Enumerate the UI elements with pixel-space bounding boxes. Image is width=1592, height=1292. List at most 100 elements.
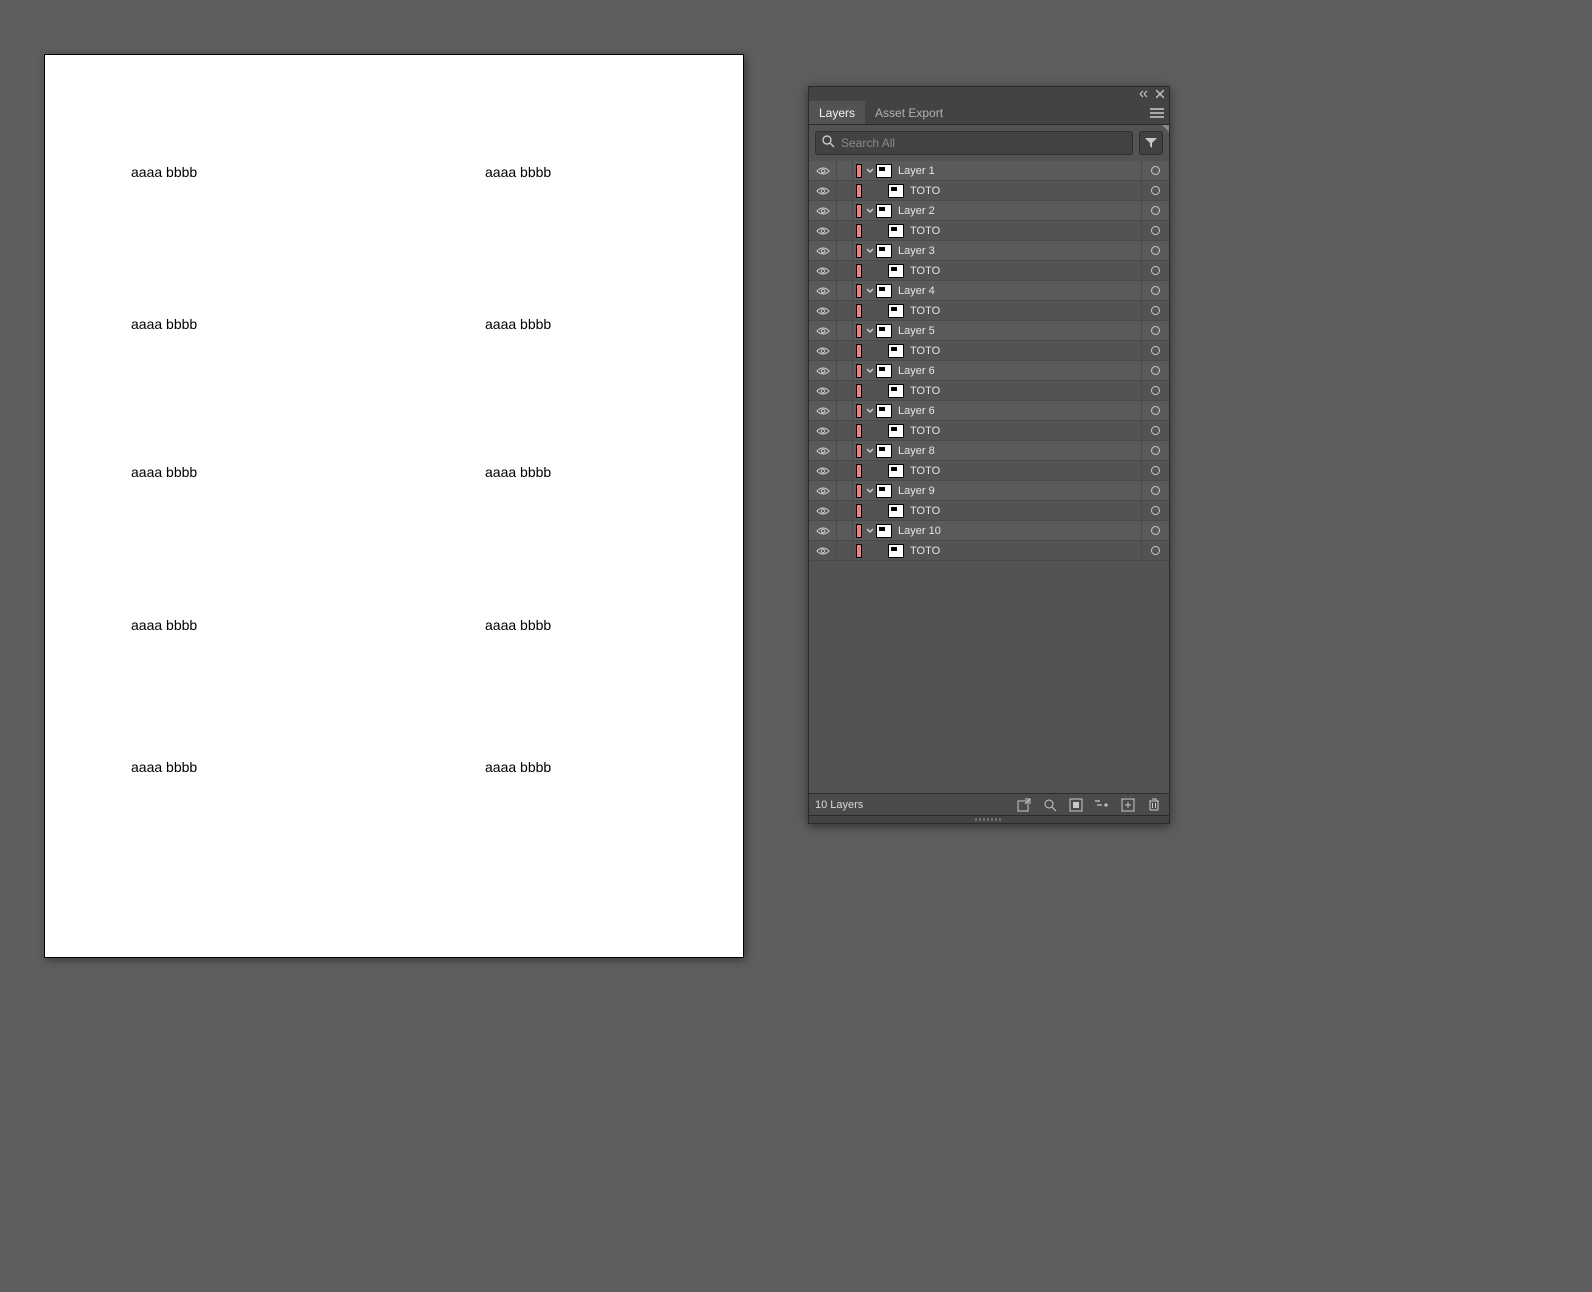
layer-name-label[interactable]: TOTO xyxy=(908,385,1141,397)
visibility-toggle[interactable] xyxy=(809,541,837,560)
layer-thumbnail[interactable] xyxy=(876,444,892,458)
layer-color-chip[interactable] xyxy=(856,304,862,318)
artboard-text[interactable]: aaaa bbbb xyxy=(485,759,551,775)
artboard-text[interactable]: aaaa bbbb xyxy=(485,164,551,180)
layer-color-chip[interactable] xyxy=(856,544,862,558)
export-button[interactable] xyxy=(1015,796,1033,814)
visibility-toggle[interactable] xyxy=(809,461,837,480)
layer-row[interactable]: Layer 2 xyxy=(809,201,1169,221)
layer-color-chip[interactable] xyxy=(856,264,862,278)
lock-toggle[interactable] xyxy=(837,521,853,540)
layer-thumbnail[interactable] xyxy=(876,164,892,178)
visibility-toggle[interactable] xyxy=(809,301,837,320)
visibility-toggle[interactable] xyxy=(809,481,837,500)
layer-thumbnail[interactable] xyxy=(888,224,904,238)
lock-toggle[interactable] xyxy=(837,401,853,420)
artboard-text[interactable]: aaaa bbbb xyxy=(485,617,551,633)
artboard-text[interactable]: aaaa bbbb xyxy=(131,759,197,775)
layer-name-label[interactable]: TOTO xyxy=(908,225,1141,237)
panel-titlebar[interactable] xyxy=(809,87,1169,101)
layer-thumbnail[interactable] xyxy=(888,184,904,198)
visibility-toggle[interactable] xyxy=(809,441,837,460)
artboard-text[interactable]: aaaa bbbb xyxy=(485,316,551,332)
layer-color-chip[interactable] xyxy=(856,364,862,378)
layer-thumbnail[interactable] xyxy=(888,344,904,358)
target-button[interactable] xyxy=(1141,261,1169,280)
layer-row[interactable]: Layer 1 xyxy=(809,161,1169,181)
lock-toggle[interactable] xyxy=(837,501,853,520)
target-button[interactable] xyxy=(1141,501,1169,520)
layer-sublayer-row[interactable]: TOTO xyxy=(809,541,1169,561)
lock-toggle[interactable] xyxy=(837,181,853,200)
layer-thumbnail[interactable] xyxy=(876,364,892,378)
layer-name-label[interactable]: TOTO xyxy=(908,505,1141,517)
layer-thumbnail[interactable] xyxy=(876,324,892,338)
new-sublayer-button[interactable] xyxy=(1093,796,1111,814)
target-button[interactable] xyxy=(1141,161,1169,180)
target-button[interactable] xyxy=(1141,461,1169,480)
layer-name-label[interactable]: Layer 5 xyxy=(896,325,1141,337)
layer-name-label[interactable]: TOTO xyxy=(908,265,1141,277)
target-button[interactable] xyxy=(1141,341,1169,360)
layer-name-label[interactable]: TOTO xyxy=(908,425,1141,437)
layer-thumbnail[interactable] xyxy=(876,204,892,218)
layer-color-chip[interactable] xyxy=(856,464,862,478)
layer-thumbnail[interactable] xyxy=(876,484,892,498)
lock-toggle[interactable] xyxy=(837,341,853,360)
visibility-toggle[interactable] xyxy=(809,341,837,360)
layer-sublayer-row[interactable]: TOTO xyxy=(809,221,1169,241)
layer-row[interactable]: Layer 10 xyxy=(809,521,1169,541)
layer-color-chip[interactable] xyxy=(856,164,862,178)
layer-name-label[interactable]: TOTO xyxy=(908,185,1141,197)
visibility-toggle[interactable] xyxy=(809,181,837,200)
lock-toggle[interactable] xyxy=(837,461,853,480)
layer-row[interactable]: Layer 9 xyxy=(809,481,1169,501)
layer-color-chip[interactable] xyxy=(856,444,862,458)
layer-color-chip[interactable] xyxy=(856,484,862,498)
visibility-toggle[interactable] xyxy=(809,161,837,180)
layer-name-label[interactable]: Layer 9 xyxy=(896,485,1141,497)
filter-button[interactable] xyxy=(1139,131,1163,155)
visibility-toggle[interactable] xyxy=(809,421,837,440)
expand-toggle[interactable] xyxy=(864,327,876,335)
panel-resize-grip[interactable] xyxy=(809,815,1169,823)
artboard-text[interactable]: aaaa bbbb xyxy=(131,617,197,633)
layer-thumbnail[interactable] xyxy=(876,284,892,298)
artboard-text[interactable]: aaaa bbbb xyxy=(485,464,551,480)
visibility-toggle[interactable] xyxy=(809,501,837,520)
layer-color-chip[interactable] xyxy=(856,524,862,538)
layer-name-label[interactable]: Layer 6 xyxy=(896,365,1141,377)
expand-toggle[interactable] xyxy=(864,367,876,375)
visibility-toggle[interactable] xyxy=(809,201,837,220)
expand-toggle[interactable] xyxy=(864,487,876,495)
artboard-text[interactable]: aaaa bbbb xyxy=(131,164,197,180)
visibility-toggle[interactable] xyxy=(809,401,837,420)
clip-mask-button[interactable] xyxy=(1067,796,1085,814)
layer-list[interactable]: Layer 1TOTOLayer 2TOTOLayer 3TOTOLayer 4… xyxy=(809,161,1169,793)
layer-row[interactable]: Layer 3 xyxy=(809,241,1169,261)
target-button[interactable] xyxy=(1141,201,1169,220)
target-button[interactable] xyxy=(1141,361,1169,380)
lock-toggle[interactable] xyxy=(837,221,853,240)
layer-thumbnail[interactable] xyxy=(876,524,892,538)
layer-thumbnail[interactable] xyxy=(888,544,904,558)
layer-color-chip[interactable] xyxy=(856,224,862,238)
layer-name-label[interactable]: TOTO xyxy=(908,465,1141,477)
visibility-toggle[interactable] xyxy=(809,221,837,240)
layer-thumbnail[interactable] xyxy=(888,504,904,518)
layer-name-label[interactable]: Layer 1 xyxy=(896,165,1141,177)
visibility-toggle[interactable] xyxy=(809,281,837,300)
lock-toggle[interactable] xyxy=(837,421,853,440)
expand-toggle[interactable] xyxy=(864,287,876,295)
new-layer-button[interactable] xyxy=(1119,796,1137,814)
lock-toggle[interactable] xyxy=(837,361,853,380)
lock-toggle[interactable] xyxy=(837,381,853,400)
expand-toggle[interactable] xyxy=(864,527,876,535)
target-button[interactable] xyxy=(1141,541,1169,560)
layer-row[interactable]: Layer 5 xyxy=(809,321,1169,341)
locate-button[interactable] xyxy=(1041,796,1059,814)
layer-thumbnail[interactable] xyxy=(888,464,904,478)
layer-sublayer-row[interactable]: TOTO xyxy=(809,261,1169,281)
target-button[interactable] xyxy=(1141,241,1169,260)
layer-row[interactable]: Layer 6 xyxy=(809,401,1169,421)
